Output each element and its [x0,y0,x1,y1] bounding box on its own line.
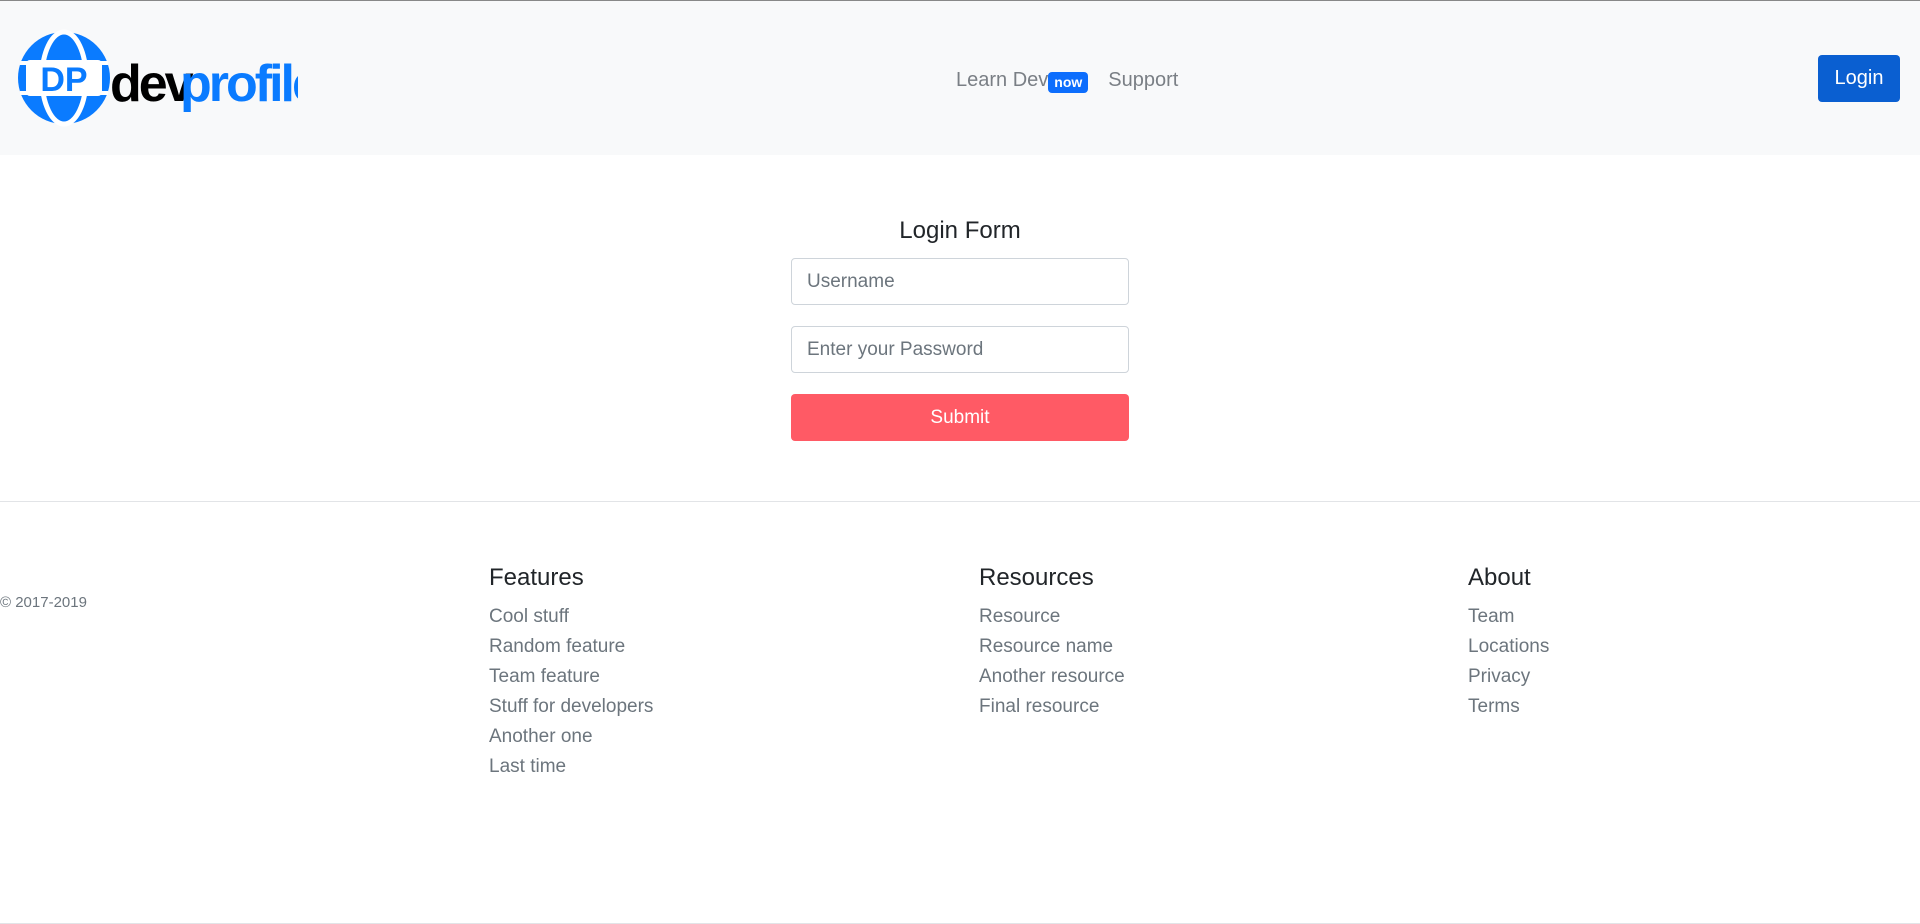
username-input[interactable] [791,258,1129,305]
form-title: Login Form [899,217,1021,244]
now-badge: now [1048,71,1089,93]
svg-text:DP: DP [40,61,87,99]
logo-text-profile: profile [180,55,298,113]
footer-link[interactable]: Resource [979,602,1339,632]
footer-link[interactable]: Another resource [979,662,1339,692]
footer-divider [0,501,1920,502]
footer-link[interactable]: Team feature [489,662,849,692]
footer-heading-about: About [1468,564,1531,591]
footer-link[interactable]: Stuff for developers [489,692,849,722]
password-input[interactable] [791,326,1129,373]
footer-link[interactable]: Privacy [1468,662,1828,692]
footer-column-resources: Resources Resource Resource name Another… [979,562,1339,722]
login-form: Login Form Submit [791,212,1129,441]
nav-support[interactable]: Support [1108,69,1178,92]
top-navbar: DP dev profile Learn Dev now Support Log… [0,0,1920,155]
globe-icon: DP [18,29,110,127]
footer-heading-features: Features [489,564,584,591]
footer-column-features: Features Cool stuff Random feature Team … [489,562,849,782]
footer-column-about: About Team Locations Privacy Terms [1468,562,1828,722]
login-button[interactable]: Login [1818,55,1900,102]
footer-link[interactable]: Resource name [979,632,1339,662]
footer-link[interactable]: Locations [1468,632,1828,662]
footer-heading-resources: Resources [979,564,1094,591]
nav-learn-dev-label: Learn Dev [956,68,1049,91]
main-nav: Learn Dev now Support [956,65,1178,95]
nav-learn-dev[interactable]: Learn Dev now [956,68,1089,93]
devprofile-logo[interactable]: DP dev profile [18,27,298,129]
footer-link[interactable]: Last time [489,752,849,782]
footer-link[interactable]: Terms [1468,692,1828,722]
footer-link[interactable]: Another one [489,722,849,752]
footer-link[interactable]: Team [1468,602,1828,632]
footer-link[interactable]: Cool stuff [489,602,849,632]
copyright-text: © 2017-2019 [0,594,87,611]
footer-link[interactable]: Random feature [489,632,849,662]
footer-link[interactable]: Final resource [979,692,1339,722]
submit-button[interactable]: Submit [791,394,1129,441]
